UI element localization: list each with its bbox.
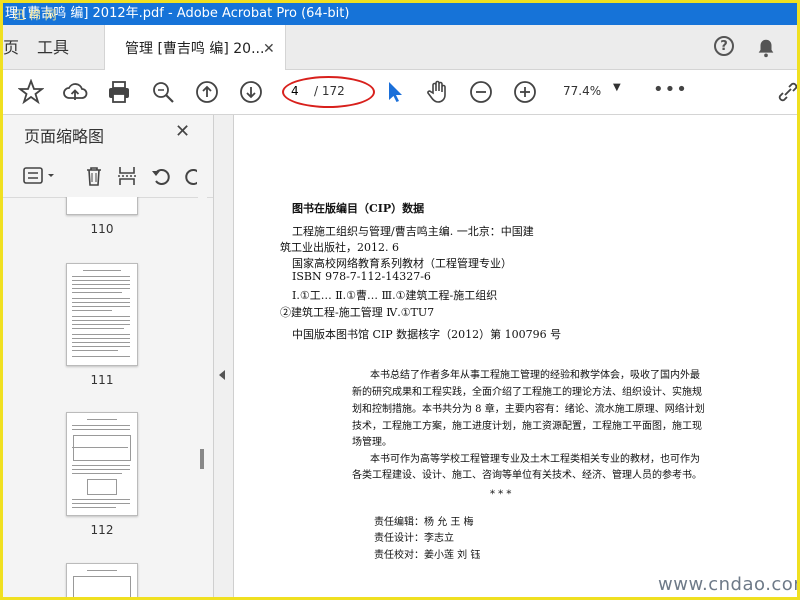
cip-line: 中国版本图书馆 CIP 数据核字（2012）第 100796 号: [292, 328, 562, 341]
panel-collapse-bar[interactable]: [214, 115, 234, 597]
cip-line: ISBN 978-7-112-14327-6: [292, 270, 431, 283]
more-tools-icon[interactable]: •••: [653, 79, 688, 100]
cip-heading: 图书在版编目（CIP）数据: [292, 202, 425, 215]
select-cursor-icon[interactable]: [382, 79, 408, 105]
summary-line: 本书总结了作者多年从事工程施工管理的经验和教学体会，吸收了国内外最: [370, 370, 700, 381]
redo-icon[interactable]: [183, 165, 197, 187]
cip-line: 国家高校网络教育系列教材（工程管理专业）: [292, 257, 512, 270]
summary-line: 划和控制措施。本书共分为 8 章，主要内容有：绪论、流水施工原理、网络计划: [352, 404, 705, 415]
thumbnail-page-113[interactable]: [66, 563, 138, 597]
summary-line: 新的研究成果和工程实践，全面介绍了工程施工的理论方法、组织设计、实施规: [352, 387, 702, 398]
hand-icon[interactable]: [425, 79, 451, 105]
share-icon[interactable]: [775, 79, 797, 105]
zoom-dropdown[interactable]: 77.4% ▼: [559, 79, 631, 103]
tab-home-tools: 页 工具: [3, 25, 95, 69]
close-panel-icon[interactable]: ✕: [175, 121, 190, 142]
prev-page-icon[interactable]: [194, 79, 220, 105]
cip-line: 工程施工组织与管理/曹吉鸣主编. 一北京：中国建: [292, 225, 534, 238]
zoom-out-icon[interactable]: [468, 79, 494, 105]
zoom-value: 77.4%: [563, 84, 602, 98]
chevron-down-icon: ▼: [613, 82, 621, 93]
site-watermark: www.cndao.com: [658, 574, 797, 595]
thumbnail-label: 110: [90, 222, 114, 236]
summary-line: 技术，工程施工方案，施工进度计划，施工资源配置，工程施工平面图，施工现: [352, 421, 702, 432]
close-tab-icon[interactable]: ✕: [263, 25, 275, 73]
tab-tools[interactable]: 工具: [37, 25, 69, 71]
extract-icon[interactable]: [116, 165, 138, 187]
thumbnail-page-110[interactable]: [66, 197, 138, 215]
star-icon[interactable]: [17, 78, 45, 105]
summary-line: 各类工程建设、设计、施工、咨询等单位有关技术、经济、管理人员的参考书。: [352, 470, 702, 481]
help-icon[interactable]: ?: [714, 36, 734, 56]
tab-document-label: 管理 [曹吉鸣 编] 20...: [125, 41, 265, 57]
summary-line: 本书可作为高等学校工程管理专业及土木工程类相关专业的教材，也可作为: [370, 454, 700, 465]
scrollbar-thumb[interactable]: [200, 449, 204, 469]
separator-stars: * * *: [490, 489, 512, 500]
bell-icon[interactable]: [755, 37, 777, 59]
acrobat-window: 理 [曹吉鸣 编] 2012年.pdf - Adobe Acrobat Pro …: [3, 3, 797, 597]
editor-line: 责任编辑：杨 允 王 梅: [374, 517, 474, 528]
search-icon[interactable]: [150, 79, 176, 105]
thumbnail-list: 110 111 112: [3, 197, 197, 597]
thumbnail-label: 112: [90, 523, 114, 537]
title-bar: 理 [曹吉鸣 编] 2012年.pdf - Adobe Acrobat Pro …: [3, 3, 797, 25]
tab-bar: 页 工具 管理 [曹吉鸣 编] 20... ✕ ?: [3, 25, 797, 70]
thumbnail-label: 111: [90, 373, 114, 387]
top-watermark: 迅 棉 网: [13, 8, 57, 22]
red-annotation-circle: [282, 76, 375, 108]
summary-line: 场管理。: [352, 437, 392, 448]
thumbnail-page-112[interactable]: [66, 412, 138, 516]
tab-document[interactable]: 管理 [曹吉鸣 编] 20... ✕: [104, 25, 286, 70]
cip-line: ②建筑工程-施工管理 Ⅳ.①TU7: [280, 306, 435, 319]
panel-title: 页面缩略图: [24, 127, 105, 146]
thumbnail-scrollbar[interactable]: [198, 197, 207, 597]
zoom-in-icon[interactable]: [512, 79, 538, 105]
upload-icon[interactable]: [62, 79, 88, 105]
document-view: 图书在版编目（CIP）数据 工程施工组织与管理/曹吉鸣主编. 一北京：中国建 筑…: [234, 115, 797, 597]
thumbnail-toolbar: [3, 159, 213, 198]
cip-line: 筑工业出版社，2012. 6: [280, 241, 399, 254]
delete-icon[interactable]: [83, 165, 105, 187]
tab-home[interactable]: 页: [3, 25, 19, 71]
cip-line: Ⅰ.①工… Ⅱ.①曹… Ⅲ.①建筑工程-施工组织: [292, 289, 498, 302]
thumbnail-options-icon[interactable]: [23, 165, 57, 187]
editor-line: 责任校对：姜小莲 刘 钰: [374, 550, 481, 561]
thumbnail-panel: 页面缩略图 ✕ 110 111 112: [3, 115, 214, 597]
editor-line: 责任设计：李志立: [374, 533, 454, 544]
next-page-icon[interactable]: [238, 79, 264, 105]
print-icon[interactable]: [106, 79, 132, 105]
undo-icon[interactable]: [150, 165, 172, 187]
collapse-arrow-icon[interactable]: [219, 370, 225, 380]
thumbnail-page-111[interactable]: [66, 263, 138, 366]
